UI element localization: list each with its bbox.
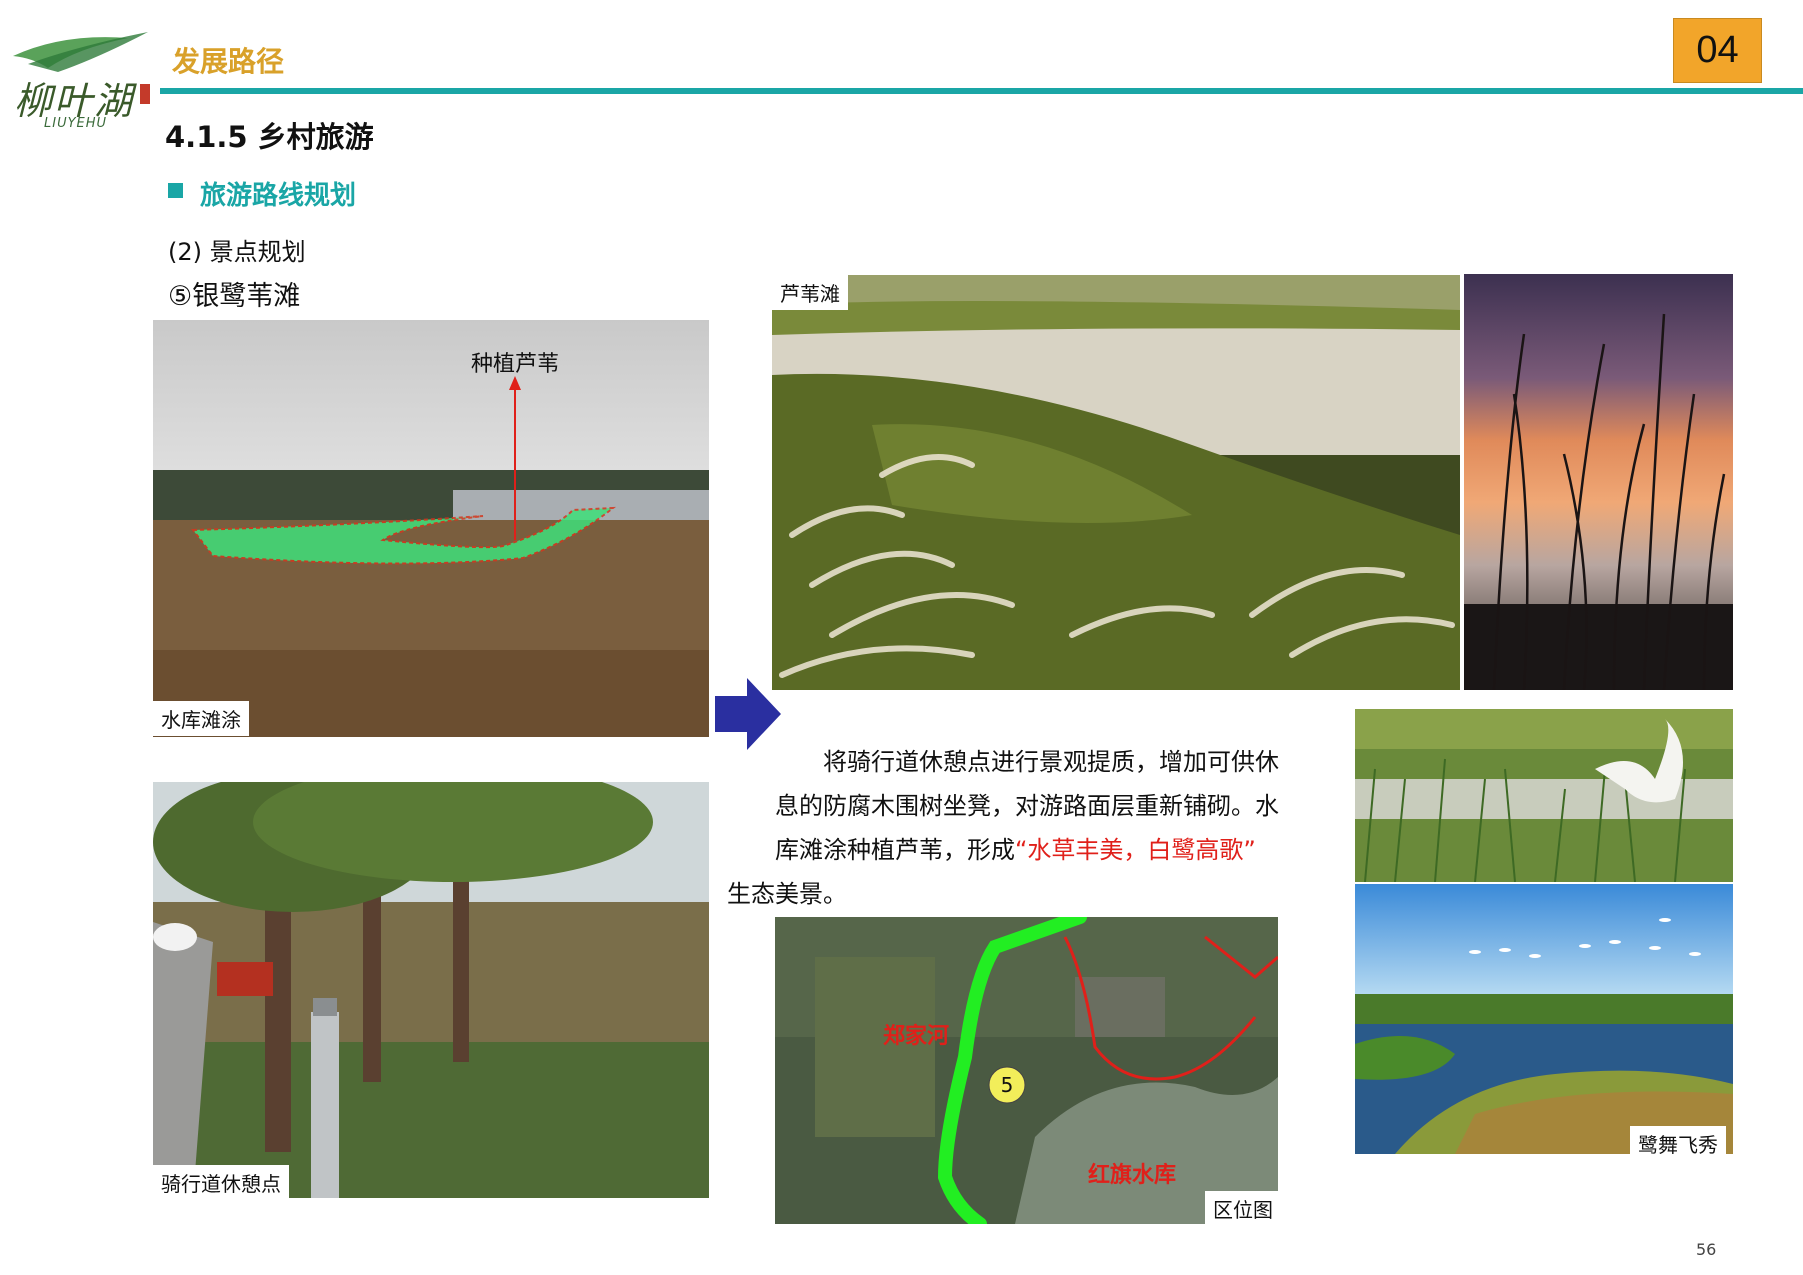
reservoir-caption: 水库滩涂 [153, 701, 249, 736]
reservoir-annotation: 种植芦苇 [471, 352, 560, 377]
chapter-badge: 04 [1673, 18, 1762, 83]
location-map-caption: 区位图 [1205, 1191, 1281, 1226]
map-label-river: 郑家河 [883, 1024, 950, 1049]
description-paragraph: 将骑行道休憩点进行景观提质，增加可供休息的防腐木围树坐凳，对游路面层重新铺砌。水… [727, 740, 1293, 916]
page-number: 56 [1696, 1240, 1717, 1259]
wetland-caption: 鹭舞飞秀 [1630, 1126, 1726, 1161]
map-marker-label: 5 [1000, 1073, 1014, 1097]
rest-point-caption: 骑行道休憩点 [153, 1165, 289, 1200]
header-rule [160, 88, 1803, 94]
reservoir-photo [153, 320, 709, 737]
logo-seal [140, 84, 150, 104]
map-label-reservoir: 红旗水库 [1088, 1163, 1177, 1188]
description-ending: 生态美景。 [727, 880, 847, 908]
subheading: 旅游路线规划 [200, 181, 357, 211]
logo-subtext: LIUYEHU [44, 116, 108, 131]
highlight-quote: “水草丰美，白鹭高歌” [1015, 836, 1256, 864]
section-title: 发展路径 [172, 45, 285, 78]
location-map [775, 917, 1278, 1224]
list-item-plan: (2) 景点规划 [168, 238, 306, 266]
reed-beach-caption: 芦苇滩 [772, 275, 848, 310]
wetland-photo [1355, 884, 1733, 1154]
bullet-square [168, 183, 183, 198]
list-item-spot: ⑤银鹭苇滩 [168, 281, 301, 312]
reed-beach-photo [772, 275, 1460, 690]
egret-photo [1355, 709, 1733, 882]
page-heading: 4.1.5 乡村旅游 [165, 120, 374, 154]
sunset-reeds-photo [1464, 274, 1733, 690]
rest-point-photo [153, 782, 709, 1198]
